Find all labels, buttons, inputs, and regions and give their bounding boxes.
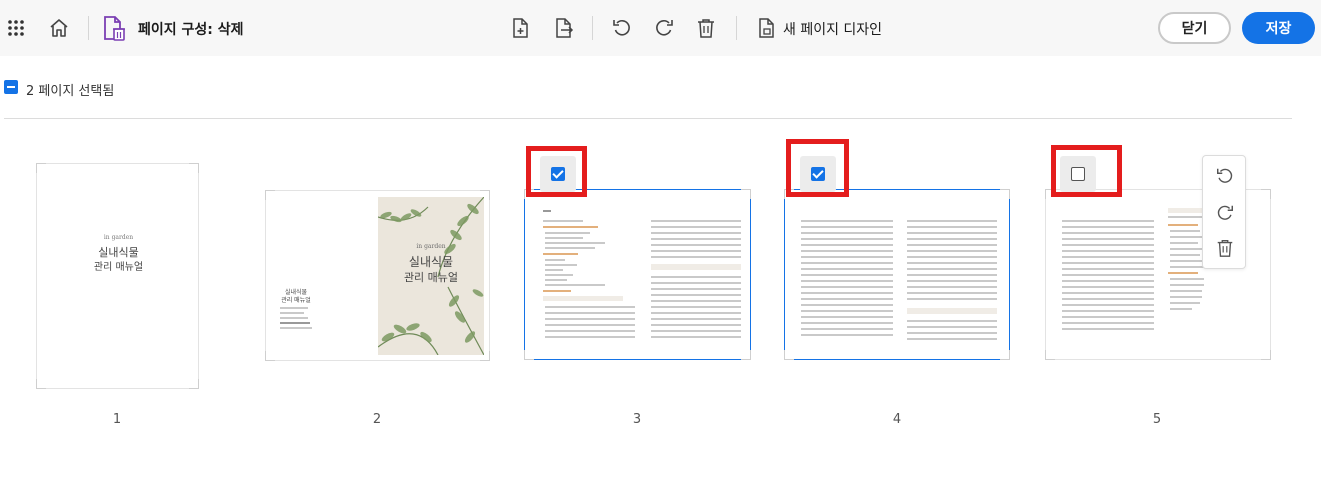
toolbar-separator (88, 16, 89, 40)
organize-pages-app: 페이지 구성: 삭제 새 페이지 디자인 닫기 저장 2 페이지 선택됨 in … (0, 0, 1321, 496)
page-number: 2 (372, 412, 382, 427)
page-number: 5 (1152, 412, 1162, 427)
back-cover-subtitle: 관리 매뉴얼 (281, 297, 311, 304)
rotate-left-icon[interactable] (1213, 164, 1237, 188)
cover-title: 실내식물 (408, 255, 454, 269)
fern-illustration: in garden 실내식물 관리 매뉴얼 (378, 197, 484, 355)
cover-subtitle: 관리 매뉴얼 (93, 262, 144, 273)
checkbox-checked (551, 167, 565, 181)
save-button[interactable]: 저장 (1242, 12, 1315, 44)
page-thumbnail-2[interactable]: 실내식물 관리 매뉴얼 in garden 실내식물 관리 매뉴얼 (265, 190, 490, 361)
apps-grid-icon[interactable] (6, 18, 26, 38)
new-page-design-icon[interactable] (755, 16, 779, 40)
insert-page-icon[interactable] (509, 16, 533, 40)
checkbox-checked (811, 167, 825, 181)
page-thumbnail-1[interactable]: in garden 실내식물 관리 매뉴얼 (36, 163, 199, 389)
page-actions-menu (1202, 155, 1246, 269)
select-all-checkbox[interactable] (4, 80, 18, 94)
checkbox-unchecked (1071, 167, 1085, 181)
cover-brand: in garden (416, 243, 446, 250)
organize-delete-icon (102, 15, 128, 43)
undo-icon[interactable] (610, 16, 634, 40)
trash-icon[interactable] (694, 16, 718, 40)
rotate-right-icon[interactable] (1213, 201, 1237, 225)
home-icon[interactable] (47, 16, 71, 40)
toolbar: 페이지 구성: 삭제 새 페이지 디자인 닫기 저장 (0, 0, 1321, 56)
page-thumbnail-4[interactable] (784, 189, 1010, 360)
extract-page-icon[interactable] (552, 16, 576, 40)
redo-icon[interactable] (652, 16, 676, 40)
page-4-checkbox[interactable] (800, 156, 836, 192)
page-3-checkbox[interactable] (540, 156, 576, 192)
page-5-checkbox[interactable] (1060, 156, 1096, 192)
close-button[interactable]: 닫기 (1158, 12, 1231, 44)
page-number: 3 (632, 412, 642, 427)
toolbar-separator (592, 16, 593, 40)
divider (4, 118, 1292, 119)
trash-icon[interactable] (1213, 236, 1237, 260)
page-thumbnail-3[interactable] (524, 189, 751, 360)
page-number: 4 (892, 412, 902, 427)
page-number: 1 (112, 412, 122, 427)
cover-brand: in garden (103, 234, 134, 241)
selection-summary: 2 페이지 선택됨 (26, 84, 115, 99)
toolbar-separator (736, 16, 737, 40)
new-page-design-button[interactable]: 새 페이지 디자인 (783, 19, 882, 39)
page-title: 페이지 구성: 삭제 (138, 22, 244, 38)
cover-subtitle: 관리 매뉴얼 (403, 271, 459, 284)
